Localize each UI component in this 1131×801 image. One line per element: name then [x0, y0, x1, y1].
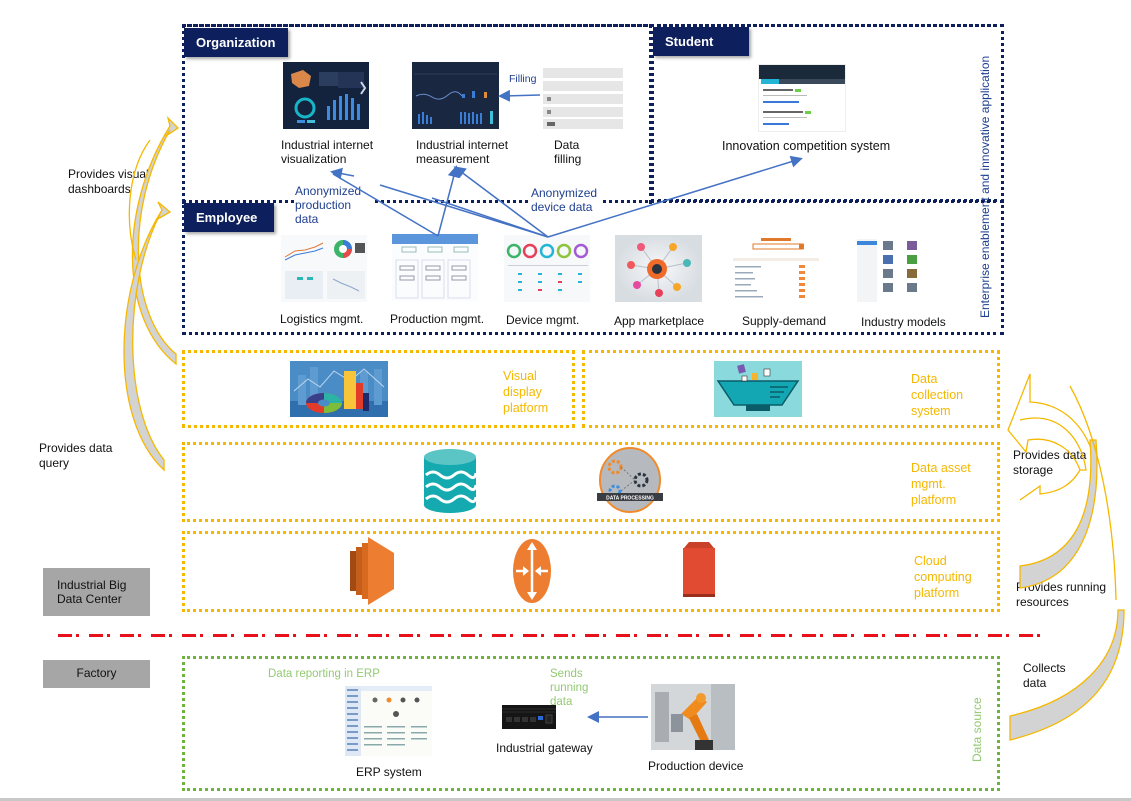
cloud-router: [512, 538, 552, 604]
logistics-mgmt-thumbnail[interactable]: [281, 235, 367, 302]
industry-models-grid-icon: [857, 239, 917, 302]
logistics-dashboard-icon: [284, 240, 365, 299]
supply-demand-thumbnail[interactable]: [731, 236, 821, 302]
industrial-big-data-center-zone: Industrial Big Data Center: [43, 568, 150, 616]
erp-caption: Data reporting in ERP: [268, 668, 380, 680]
gateway-caption: Sends running data: [550, 668, 589, 708]
competition-web-icon: [759, 65, 845, 125]
data-asset-mgmt-platform-box: [182, 442, 1000, 522]
anonymized-production-data-label: Anonymized production data: [295, 184, 375, 226]
industry-models-label: Industry models: [861, 315, 946, 329]
cloud-computing-platform-box: [182, 531, 1000, 612]
cloud-storage: [681, 542, 717, 597]
bar-pie-chart-icon: [290, 361, 388, 417]
production-mgmt-label: Production mgmt.: [390, 312, 485, 326]
data-processing-badge-text: DATA PROCESSING: [606, 496, 654, 502]
erp-system-label: ERP system: [356, 765, 422, 779]
collects-data-arrow-rail: [1069, 385, 1117, 601]
visual-display-platform-label: Visual display platform: [503, 369, 549, 415]
provides-visual-dashboards-label: Provides visual dashboards: [68, 167, 149, 196]
provides-data-storage-label: Provides data storage: [1013, 448, 1093, 478]
app-marketplace-label: App marketplace: [614, 314, 705, 328]
device-mgmt-thumbnail[interactable]: [504, 235, 590, 302]
provides-running-resources-label: Provides running resources: [1016, 580, 1120, 610]
robot-arm-icon: [651, 684, 735, 750]
industrial-internet-visualization-label: Industrial internet visualization: [281, 138, 374, 166]
organization-tag: Organization: [184, 28, 288, 57]
industrial-internet-visualization-thumbnail[interactable]: [283, 62, 369, 129]
data-filling-label: Data filling: [554, 138, 582, 166]
supply-demand-label: Supply-demand: [742, 314, 827, 328]
industrial-gateway-image[interactable]: [500, 701, 558, 731]
form-icon: [543, 68, 623, 129]
production-device-label: Production device: [648, 759, 744, 773]
student-tag: Student: [653, 27, 749, 56]
data-collection-icon: [714, 361, 802, 417]
compute-server-icon: [350, 537, 394, 605]
innovation-competition-thumbnail[interactable]: [758, 64, 846, 132]
data-asset-database-icon: [424, 449, 476, 513]
erp-screen-icon: [345, 686, 432, 756]
app-network-icon: [615, 235, 702, 302]
device-gauges-icon: [506, 243, 589, 291]
industrial-internet-measurement-thumbnail[interactable]: [412, 62, 499, 129]
gateway-device-icon: [502, 705, 556, 729]
enterprise-layer-vertical-label: Enterprise enablement and innovative app…: [978, 55, 992, 318]
collects-data-label: Collects data: [1023, 661, 1083, 691]
database-cylinder-icon: [424, 449, 476, 513]
router-icon: [513, 539, 551, 603]
industrial-internet-measurement-label: Industrial internet measurement: [416, 138, 509, 166]
data-collection-system-label: Data collection system: [911, 372, 964, 418]
data-processing-badge: DATA PROCESSING: [597, 447, 663, 513]
data-filling-thumbnail[interactable]: [541, 64, 624, 130]
employee-tag: Employee: [184, 203, 274, 232]
app-marketplace-thumbnail[interactable]: [615, 235, 702, 302]
production-mgmt-thumbnail[interactable]: [392, 234, 478, 301]
industry-models-thumbnail[interactable]: [857, 235, 943, 302]
production-org-chart-icon: [392, 234, 478, 299]
provides-data-query-label: Provides data query: [39, 441, 127, 471]
industrial-gateway-label: Industrial gateway: [496, 741, 593, 755]
dashboards-arrow-outer: [131, 115, 180, 366]
query-arrow: [123, 201, 172, 472]
funnel-bowl-icon: [714, 361, 802, 417]
cloud-compute-server: [350, 537, 396, 605]
erp-system-thumbnail[interactable]: [345, 686, 432, 756]
factory-zone: Factory: [43, 660, 150, 688]
visual-display-icon: [290, 361, 388, 417]
innovation-competition-label: Innovation competition system: [722, 139, 891, 153]
storage-bucket-icon: [683, 542, 715, 597]
dashboard-metrics-icon: [412, 62, 499, 129]
filling-arrow-label: Filling: [509, 73, 537, 85]
production-device-image[interactable]: [651, 684, 735, 750]
data-source-vertical-label: Data source: [970, 697, 984, 762]
dashboards-arrow-inner: [128, 139, 151, 261]
supply-demand-list-icon: [733, 238, 819, 298]
device-mgmt-label: Device mgmt.: [506, 313, 580, 327]
zone-divider-line: [58, 634, 1040, 637]
data-asset-mgmt-platform-label: Data asset mgmt. platform: [911, 461, 971, 507]
cloud-computing-platform-label: Cloud computing platform: [914, 554, 972, 600]
data-processing-badge-icon: DATA PROCESSING: [597, 447, 663, 513]
anonymized-device-data-label: Anonymized device data: [531, 186, 603, 214]
dashboard-map-icon: [283, 62, 369, 129]
logistics-mgmt-label: Logistics mgmt.: [280, 312, 364, 326]
